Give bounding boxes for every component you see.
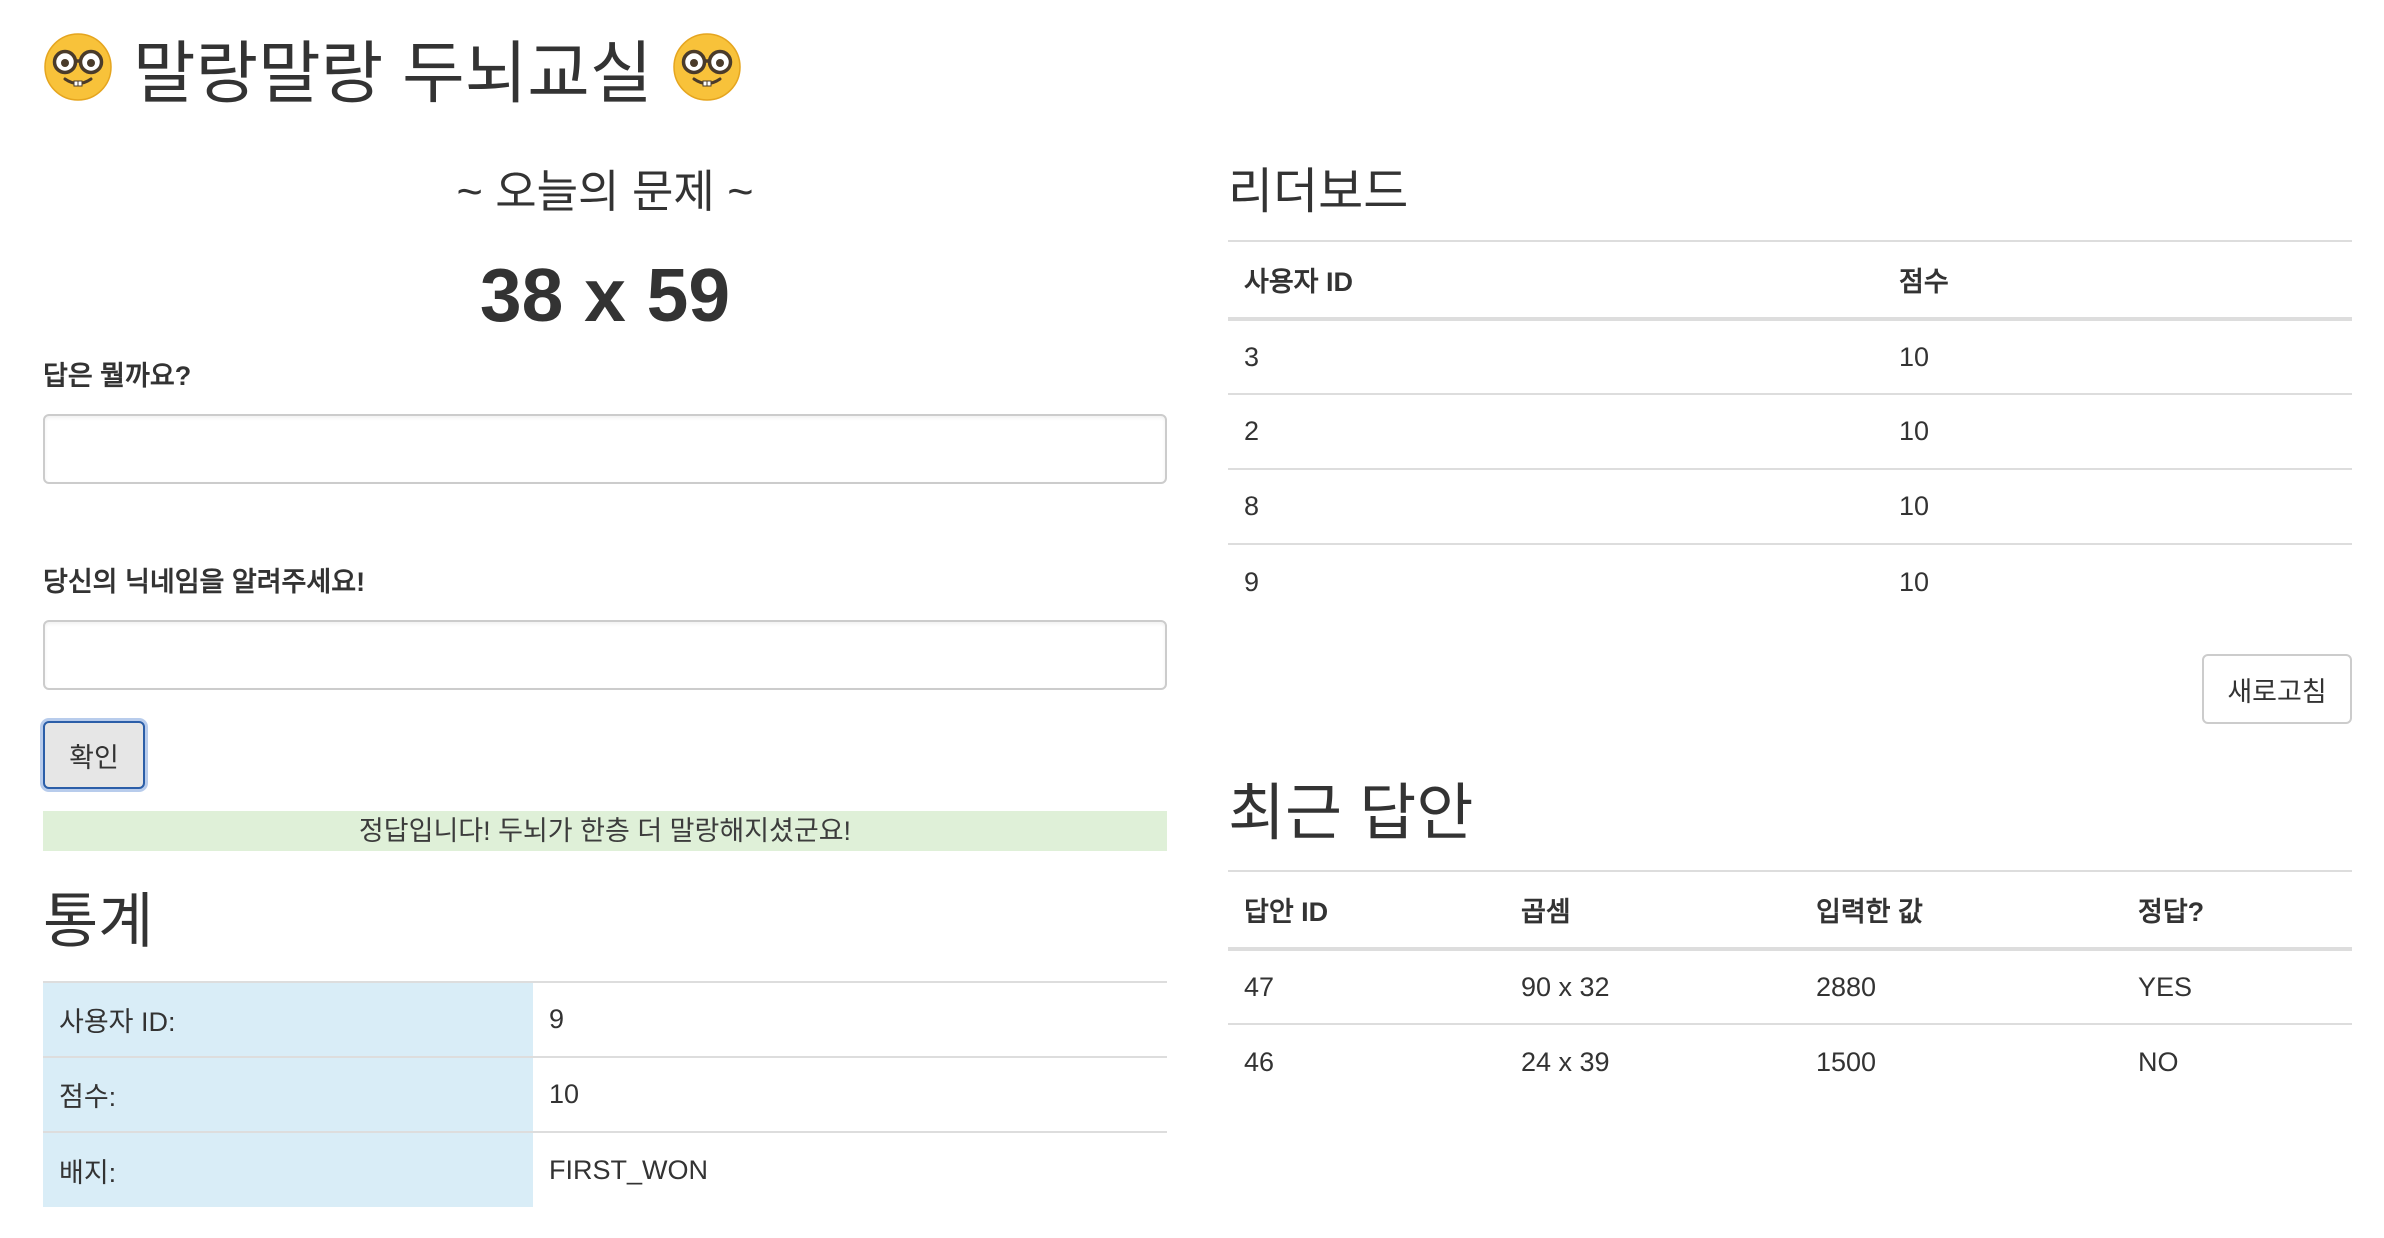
recent-answers-table: 답안 ID 곱셈 입력한 값 정답? 47 90 x 32 2880 YES 4…: [1228, 870, 2352, 1099]
table-cell: 9: [1228, 543, 1883, 619]
refresh-row: 새로고침: [1228, 619, 2352, 744]
nerd-face-icon: [672, 32, 742, 102]
column-header: 사용자 ID: [1228, 240, 1883, 321]
result-message: 정답입니다! 두뇌가 한층 더 말랑해지셨군요!: [43, 811, 1167, 851]
answer-input[interactable]: [43, 414, 1167, 484]
stats-row: 사용자 ID: 9: [43, 981, 1167, 1057]
stats-value: 9: [533, 981, 1167, 1057]
app-title: 말랑말랑 두뇌교실: [43, 22, 762, 112]
table-header-row: 답안 ID 곱셈 입력한 값 정답?: [1228, 870, 2352, 951]
page: 말랑말랑 두뇌교실 ~ 오늘의 문제 ~ 38 x 59 답은 뭘까요? 당신의…: [0, 0, 2384, 1238]
table-row: 9 10: [1228, 543, 2352, 619]
table-row: 2 10: [1228, 393, 2352, 469]
answer-form: 답은 뭘까요? 당신의 닉네임을 알려주세요! 확인: [43, 356, 1167, 789]
column-header: 곱셈: [1505, 870, 1800, 951]
leaderboard-heading: 리더보드: [1228, 165, 1409, 219]
quiz-column: ~ 오늘의 문제 ~ 38 x 59 답은 뭘까요? 당신의 닉네임을 알려주세…: [43, 150, 1167, 1207]
table-cell: YES: [2138, 971, 2193, 1002]
table-cell: 3: [1244, 341, 1260, 372]
stats-heading: 통계: [43, 888, 154, 955]
sidebar-column: 리더보드 사용자 ID 점수 3 10 2 10 8 10 9 10 새로고침 …: [1228, 150, 2352, 1099]
confirm-button[interactable]: 확인: [43, 721, 145, 789]
table-cell: 90 x 32: [1521, 971, 1610, 1002]
stats-key: 사용자 ID:: [43, 981, 533, 1057]
recent-answers-heading: 최근 답안: [1228, 779, 1474, 848]
stats-value: 10: [533, 1056, 1167, 1132]
column-header: 입력한 값: [1800, 870, 2122, 951]
table-cell: 8: [1228, 468, 1883, 544]
column-header: 점수: [1883, 240, 2352, 321]
nickname-label: 당신의 닉네임을 알려주세요!: [43, 567, 366, 597]
table-cell: 2880: [1816, 971, 1877, 1002]
table-cell: 10: [1899, 341, 1930, 372]
table-row: 8 10: [1228, 468, 2352, 544]
table-cell: 46: [1228, 1023, 1505, 1099]
problem-expression: 38 x 59: [479, 253, 731, 337]
table-cell: 10: [1883, 468, 2352, 544]
table-cell: 47: [1244, 971, 1275, 1002]
problem-heading: ~ 오늘의 문제 ~: [456, 166, 754, 217]
table-row: 46 24 x 39 1500 NO: [1228, 1023, 2352, 1099]
stats-value: FIRST_WON: [533, 1131, 1167, 1207]
stats-row: 점수: 10: [43, 1056, 1167, 1132]
stats-key: 배지:: [43, 1131, 533, 1207]
nickname-input[interactable]: [43, 620, 1167, 690]
app-title-text: 말랑말랑 두뇌교실: [133, 35, 653, 112]
stats-key: 점수:: [43, 1056, 533, 1132]
table-cell: 10: [1883, 543, 2352, 619]
table-cell: NO: [2122, 1023, 2352, 1099]
column-header: 답안 ID: [1228, 870, 1505, 951]
answer-label: 답은 뭘까요?: [43, 361, 192, 391]
table-row: 3 10: [1228, 319, 2352, 394]
table-cell: 24 x 39: [1505, 1023, 1800, 1099]
table-cell: 10: [1883, 393, 2352, 469]
table-row: 47 90 x 32 2880 YES: [1228, 949, 2352, 1024]
table-header-row: 사용자 ID 점수: [1228, 240, 2352, 321]
stats-row: 배지: FIRST_WON: [43, 1131, 1167, 1207]
refresh-button[interactable]: 새로고침: [2202, 654, 2352, 724]
table-cell: 2: [1228, 393, 1883, 469]
column-header: 정답?: [2122, 870, 2352, 951]
table-cell: 1500: [1800, 1023, 2122, 1099]
nerd-face-icon: [43, 32, 113, 102]
stats-table: 사용자 ID: 9 점수: 10 배지: FIRST_WON: [43, 981, 1167, 1207]
leaderboard-table: 사용자 ID 점수 3 10 2 10 8 10 9 10: [1228, 240, 2352, 619]
